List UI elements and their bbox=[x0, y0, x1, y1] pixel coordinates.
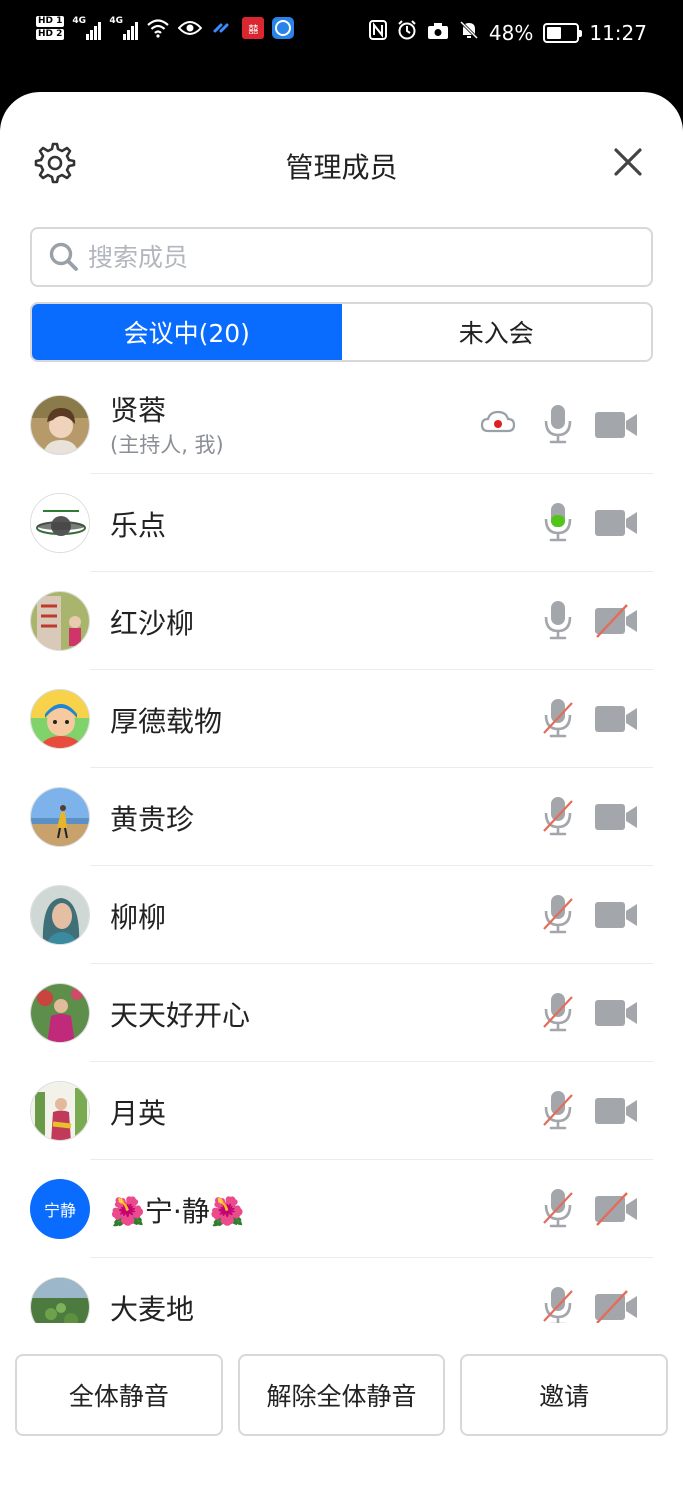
mic-off-icon[interactable] bbox=[536, 795, 580, 837]
avatar bbox=[30, 787, 90, 847]
bottom-actions: 全体静音 解除全体静音 邀请 bbox=[15, 1354, 669, 1436]
search-input[interactable] bbox=[88, 242, 608, 272]
avatar bbox=[30, 591, 90, 651]
mic-icon[interactable] bbox=[536, 501, 580, 543]
camera-icon[interactable] bbox=[593, 501, 639, 543]
member-name: 乐点 bbox=[110, 509, 167, 542]
hd2-badge: HD 2 bbox=[36, 29, 65, 40]
member-row[interactable]: 月英 bbox=[0, 1061, 683, 1159]
member-row[interactable]: 大麦地 bbox=[0, 1257, 683, 1323]
mic-off-icon[interactable] bbox=[536, 893, 580, 935]
camera-icon[interactable] bbox=[593, 893, 639, 935]
member-name: 红沙柳 bbox=[110, 607, 195, 640]
wifi-icon bbox=[146, 16, 170, 40]
avatar bbox=[30, 1081, 90, 1141]
camera-icon[interactable] bbox=[593, 991, 639, 1033]
camera-icon bbox=[427, 21, 449, 45]
camera-icon[interactable] bbox=[593, 403, 639, 445]
hd1-badge: HD 1 bbox=[36, 16, 65, 27]
camera-icon[interactable] bbox=[593, 1089, 639, 1131]
mic-icon[interactable] bbox=[536, 599, 580, 641]
mic-off-icon[interactable] bbox=[536, 697, 580, 739]
member-name: 🌺宁·静🌺 bbox=[110, 1195, 245, 1228]
net2-label: 4G bbox=[109, 16, 124, 26]
avatar bbox=[30, 493, 90, 553]
invite-button[interactable]: 邀请 bbox=[460, 1354, 669, 1436]
signal2-icon: 4G bbox=[109, 16, 139, 40]
member-row[interactable]: 乐点 bbox=[0, 473, 683, 571]
avatar bbox=[30, 983, 90, 1043]
battery-percent: 48% bbox=[488, 20, 534, 45]
avatar bbox=[30, 689, 90, 749]
member-row[interactable]: 柳柳 bbox=[0, 865, 683, 963]
tab-bar: 会议中(20) 未入会 bbox=[30, 302, 653, 362]
mic-icon[interactable] bbox=[536, 403, 580, 445]
browser-icon bbox=[272, 17, 295, 39]
eye-icon bbox=[178, 16, 203, 40]
mic-off-icon[interactable] bbox=[536, 991, 580, 1033]
nfc-icon bbox=[368, 20, 387, 45]
mute-all-button[interactable]: 全体静音 bbox=[15, 1354, 223, 1436]
close-icon[interactable] bbox=[610, 144, 646, 180]
net1-label: 4G bbox=[72, 16, 87, 26]
member-name: 柳柳 bbox=[110, 901, 167, 934]
mic-off-icon[interactable] bbox=[536, 1285, 580, 1323]
member-name: 厚德载物 bbox=[110, 705, 223, 738]
camera-off-icon[interactable] bbox=[593, 1187, 639, 1229]
battery-icon bbox=[543, 22, 583, 43]
member-row[interactable]: 贤蓉 (主持人, 我) bbox=[0, 375, 683, 473]
member-row[interactable]: 宁静 🌺宁·静🌺 bbox=[0, 1159, 683, 1257]
signal1-icon: 4G bbox=[72, 16, 102, 40]
member-row[interactable]: 红沙柳 bbox=[0, 571, 683, 669]
camera-off-icon[interactable] bbox=[593, 599, 639, 641]
member-role: (主持人, 我) bbox=[110, 433, 224, 457]
status-bar: HD 1 HD 2 4G 4G 囍 48% 11:27 bbox=[0, 0, 683, 70]
member-name: 月英 bbox=[110, 1097, 167, 1130]
mic-off-icon[interactable] bbox=[536, 1089, 580, 1131]
sheet-header: 管理成员 bbox=[0, 132, 683, 192]
tab-not-joined[interactable]: 未入会 bbox=[342, 304, 652, 360]
mute-icon bbox=[459, 20, 479, 45]
member-name: 天天好开心 bbox=[110, 999, 251, 1032]
member-row[interactable]: 黄贵珍 bbox=[0, 767, 683, 865]
member-row[interactable]: 天天好开心 bbox=[0, 963, 683, 1061]
search-icon bbox=[49, 242, 78, 271]
alarm-icon bbox=[397, 20, 417, 45]
avatar bbox=[30, 395, 90, 455]
member-name: 贤蓉 bbox=[110, 394, 167, 427]
clock: 11:27 bbox=[589, 20, 647, 45]
avatar bbox=[30, 885, 90, 945]
mic-off-icon[interactable] bbox=[536, 1187, 580, 1229]
member-name: 黄贵珍 bbox=[110, 803, 195, 836]
unmute-all-button[interactable]: 解除全体静音 bbox=[237, 1354, 446, 1436]
member-row[interactable]: 厚德载物 bbox=[0, 669, 683, 767]
link-icon bbox=[210, 16, 234, 40]
member-list: 贤蓉 (主持人, 我) 乐点 红沙柳 厚德载物 黄贵珍 柳柳 天天好开心 月英 … bbox=[0, 375, 683, 1323]
member-name: 大麦地 bbox=[110, 1293, 195, 1323]
camera-icon[interactable] bbox=[593, 795, 639, 837]
tab-in-meeting[interactable]: 会议中(20) bbox=[32, 304, 342, 360]
battery-level bbox=[547, 26, 561, 39]
search-box[interactable] bbox=[30, 227, 653, 287]
manage-members-sheet: 管理成员 会议中(20) 未入会 贤蓉 (主持人, 我) bbox=[0, 92, 683, 1500]
page-title: 管理成员 bbox=[285, 151, 398, 184]
app-icon: 囍 bbox=[242, 17, 265, 39]
avatar: 宁静 bbox=[30, 1179, 90, 1239]
cloud-recording-icon bbox=[480, 403, 516, 445]
camera-icon[interactable] bbox=[593, 697, 639, 739]
avatar bbox=[30, 1277, 90, 1323]
camera-off-icon[interactable] bbox=[593, 1285, 639, 1323]
